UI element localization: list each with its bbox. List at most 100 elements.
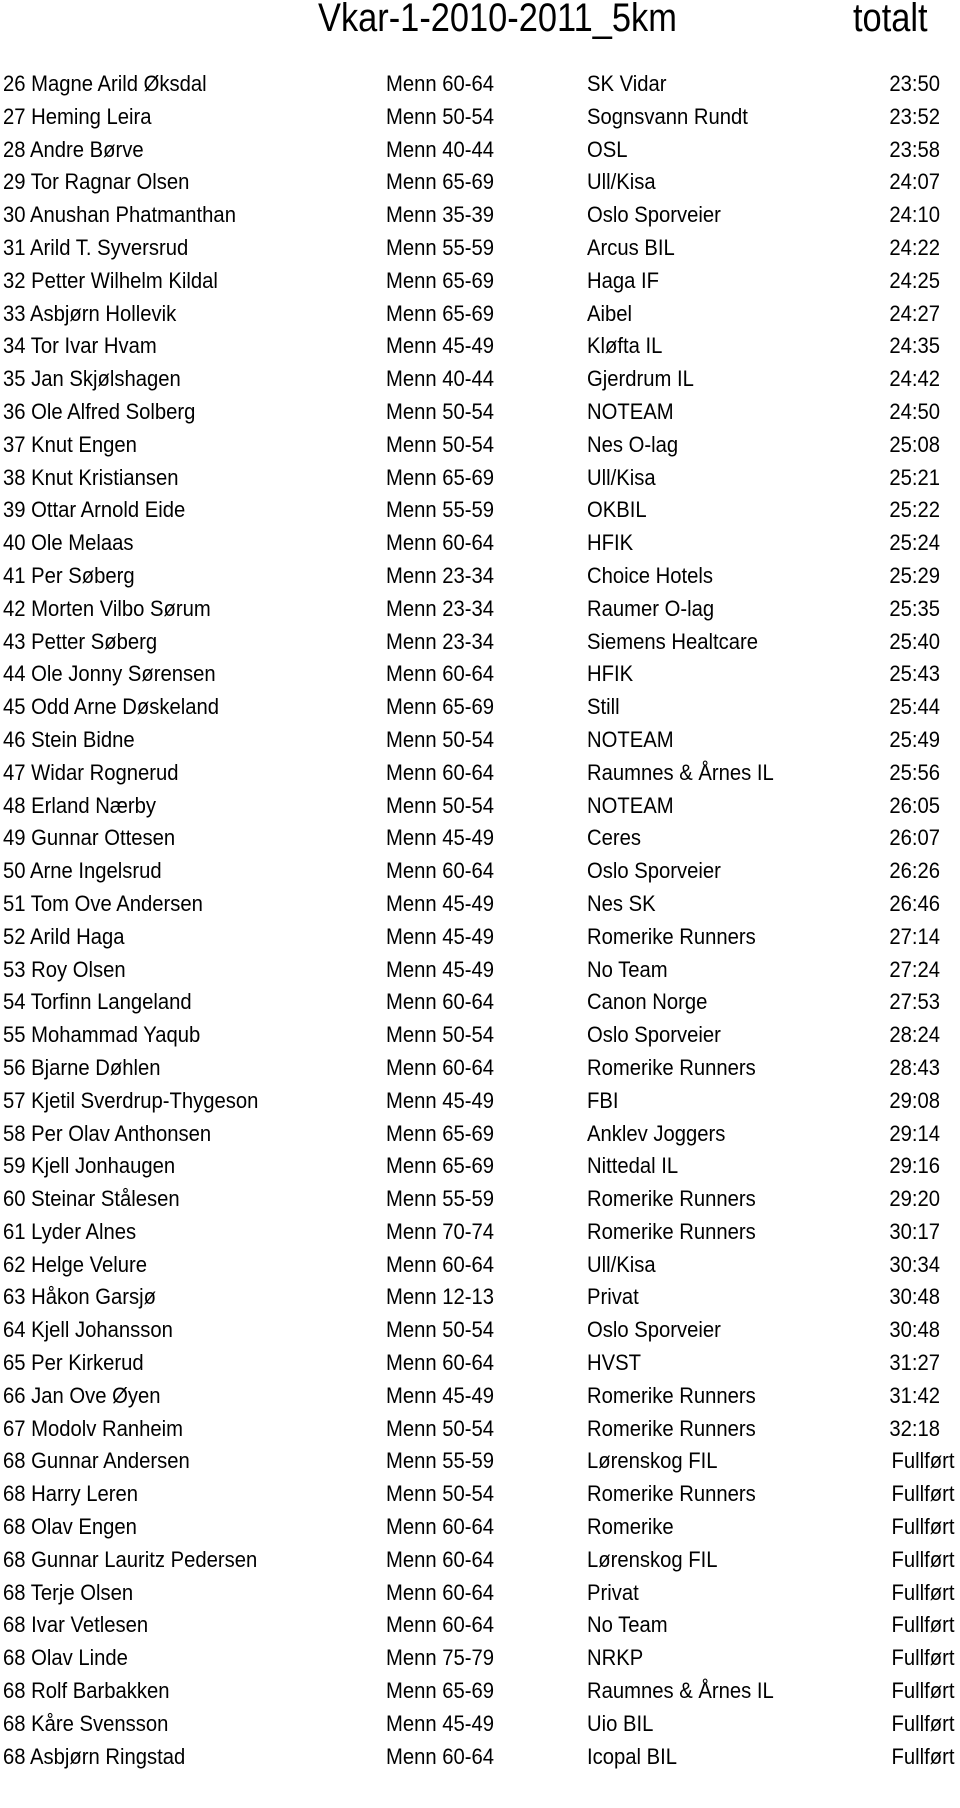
runner-place-and-name: 60 Steinar Stålesen (3, 1186, 180, 1212)
runner-place-and-name: 51 Tom Ove Andersen (3, 890, 203, 916)
runner-place-and-name: 49 Gunnar Ottesen (3, 825, 176, 851)
runner-club: NOTEAM (587, 398, 674, 424)
runner-class: Menn 12-13 (386, 1284, 495, 1310)
result-row: 65 Per Kirkerud Menn 60-64 HVST 31:27 (0, 1347, 960, 1380)
runner-class: Menn 50-54 (386, 431, 495, 457)
runner-place-and-name: 34 Tor Ivar Hvam (3, 333, 157, 359)
result-row: 38 Knut Kristiansen Menn 65-69 Ull/Kisa 25:… (0, 462, 960, 495)
runner-time: Fullført (891, 1579, 954, 1605)
runner-club: Uio BIL (587, 1710, 654, 1736)
runner-place-and-name: 35 Jan Skjølshagen (3, 366, 181, 392)
result-row: 68 Olav Linde Menn 75-79 NRKP Fullført (0, 1642, 960, 1675)
runner-class: Menn 50-54 (386, 1481, 495, 1507)
runner-time: Fullført (891, 1546, 954, 1572)
result-row: 37 Knut Engen Menn 50-54 Nes O-lag 25:08 (0, 429, 960, 462)
runner-club: Privat (587, 1284, 639, 1310)
result-row: 26 Magne Arild Øksdal Menn 60-64 SK Vidar 2… (0, 68, 960, 101)
result-row: 68 Terje Olsen Menn 60-64 Privat Fullført (0, 1577, 960, 1610)
result-row: 51 Tom Ove Andersen Menn 45-49 Nes SK 26:46 (0, 888, 960, 921)
runner-class: Menn 65-69 (386, 1120, 495, 1146)
runner-class: Menn 60-64 (386, 1579, 495, 1605)
runner-place-and-name: 46 Stein Bidne (3, 726, 135, 752)
runner-class: Menn 45-49 (386, 825, 495, 851)
document-header: Vkar-1-2010-2011_5km totalt (0, 0, 960, 50)
runner-place-and-name: 55 Mohammad Yaqub (3, 1022, 201, 1048)
result-row: 42 Morten Vilbo Sørum Menn 23-34 Raumer O-… (0, 593, 960, 626)
runner-time: 24:42 (889, 366, 940, 392)
runner-class: Menn 23-34 (386, 562, 495, 588)
runner-time: 30:48 (889, 1317, 940, 1343)
runner-club: Still (587, 694, 620, 720)
result-row: 41 Per Søberg Menn 23-34 Choice Hotels 25:2… (0, 560, 960, 593)
runner-class: Menn 40-44 (386, 136, 495, 162)
runner-club: FBI (587, 1087, 619, 1113)
result-row: 49 Gunnar Ottesen Menn 45-49 Ceres 26:07 (0, 822, 960, 855)
result-row: 60 Steinar Stålesen Menn 55-59 Romerike Ru… (0, 1183, 960, 1216)
runner-class: Menn 45-49 (386, 1710, 495, 1736)
runner-place-and-name: 32 Petter Wilhelm Kildal (3, 267, 218, 293)
runner-class: Menn 23-34 (386, 628, 495, 654)
runner-class: Menn 35-39 (386, 202, 495, 228)
runner-club: Nittedal IL (587, 1153, 679, 1179)
runner-place-and-name: 61 Lyder Alnes (3, 1218, 137, 1244)
result-row: 43 Petter Søberg Menn 23-34 Siemens Healtc… (0, 626, 960, 659)
runner-time: 23:52 (889, 103, 940, 129)
runner-class: Menn 55-59 (386, 1186, 495, 1212)
runner-class: Menn 60-64 (386, 1743, 495, 1769)
runner-club: NOTEAM (587, 726, 674, 752)
result-row: 68 Gunnar Lauritz Pedersen Menn 60-64 Løre… (0, 1544, 960, 1577)
runner-club: HFIK (587, 530, 634, 556)
runner-time: 31:27 (889, 1350, 940, 1376)
runner-time: 24:22 (889, 234, 940, 260)
runner-club: Ull/Kisa (587, 464, 656, 490)
runner-time: 29:20 (889, 1186, 940, 1212)
runner-time: Fullført (891, 1448, 954, 1474)
result-row: 33 Asbjørn Hollevik Menn 65-69 Aibel 24:27 (0, 298, 960, 331)
runner-class: Menn 55-59 (386, 234, 495, 260)
runner-place-and-name: 68 Gunnar Lauritz Pedersen (3, 1546, 258, 1572)
runner-time: 25:44 (889, 694, 940, 720)
result-row: 30 Anushan Phatmanthan Menn 35-39 Oslo Spo… (0, 199, 960, 232)
runner-place-and-name: 31 Arild T. Syversrud (3, 234, 189, 260)
result-row: 46 Stein Bidne Menn 50-54 NOTEAM 25:49 (0, 724, 960, 757)
result-row: 68 Rolf Barbakken Menn 65-69 Raumnes & Årn… (0, 1675, 960, 1708)
runner-time: Fullført (891, 1481, 954, 1507)
runner-place-and-name: 29 Tor Ragnar Olsen (3, 169, 190, 195)
runner-class: Menn 40-44 (386, 366, 495, 392)
runner-place-and-name: 66 Jan Ove Øyen (3, 1382, 161, 1408)
runner-club: OKBIL (587, 497, 647, 523)
runner-place-and-name: 64 Kjell Johansson (3, 1317, 173, 1343)
runner-class: Menn 55-59 (386, 497, 495, 523)
runner-club: Romerike Runners (587, 1481, 756, 1507)
runner-place-and-name: 57 Kjetil Sverdrup-Thygeson (3, 1087, 259, 1113)
runner-club: Icopal BIL (587, 1743, 678, 1769)
runner-club: Nes O-lag (587, 431, 679, 457)
runner-class: Menn 60-64 (386, 1251, 495, 1277)
runner-place-and-name: 40 Ole Melaas (3, 530, 134, 556)
document-title-suffix: totalt (853, 0, 928, 40)
runner-time: Fullført (891, 1743, 954, 1769)
runner-club: Romerike Runners (587, 1415, 756, 1441)
result-row: 28 Andre Børve Menn 40-44 OSL 23:58 (0, 134, 960, 167)
runner-time: 26:26 (889, 858, 940, 884)
result-row: 68 Harry Leren Menn 50-54 Romerike Runners… (0, 1478, 960, 1511)
runner-place-and-name: 68 Gunnar Andersen (3, 1448, 190, 1474)
runner-time: 25:35 (889, 595, 940, 621)
runner-time: 24:07 (889, 169, 940, 195)
runner-club: Sognsvann Rundt (587, 103, 748, 129)
runner-class: Menn 70-74 (386, 1218, 495, 1244)
runner-place-and-name: 42 Morten Vilbo Sørum (3, 595, 211, 621)
runner-class: Menn 60-64 (386, 661, 495, 687)
runner-time: 31:42 (889, 1382, 940, 1408)
runner-time: 24:27 (889, 300, 940, 326)
runner-time: 26:05 (889, 792, 940, 818)
runner-place-and-name: 47 Widar Rognerud (3, 759, 179, 785)
result-row: 29 Tor Ragnar Olsen Menn 65-69 Ull/Kisa 24:… (0, 166, 960, 199)
runner-club: Raumnes & Årnes IL (587, 1678, 774, 1704)
runner-time: 25:22 (889, 497, 940, 523)
result-row: 31 Arild T. Syversrud Menn 55-59 Arcus BIL… (0, 232, 960, 265)
result-row: 53 Roy Olsen Menn 45-49 No Team 27:24 (0, 954, 960, 987)
results-table: 26 Magne Arild Øksdal Menn 60-64 SK Vidar 2… (0, 68, 960, 1773)
runner-class: Menn 65-69 (386, 1153, 495, 1179)
runner-club: Romerike Runners (587, 1218, 756, 1244)
